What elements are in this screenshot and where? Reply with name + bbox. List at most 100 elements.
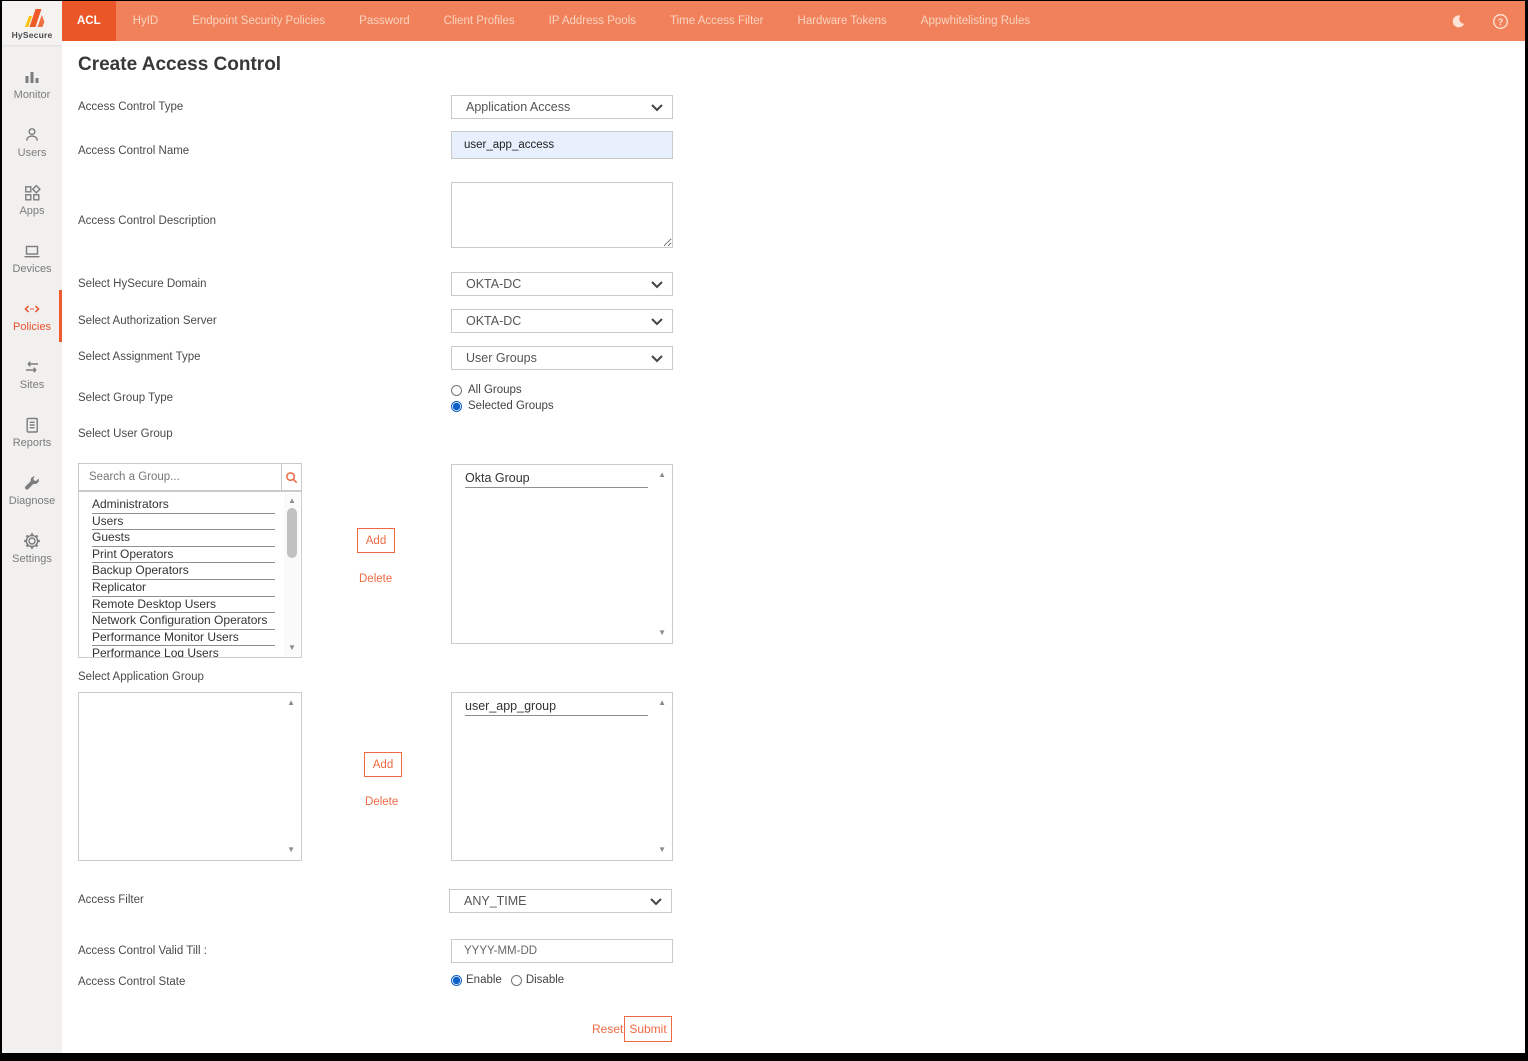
assignment-type-value: User Groups xyxy=(466,351,537,365)
sidebar-item-policies[interactable]: Policies xyxy=(2,287,62,345)
scroll-up-icon[interactable]: ▲ xyxy=(288,497,296,505)
sidebar: HySecure Monitor Users Apps xyxy=(2,1,62,1053)
radio-disable[interactable] xyxy=(511,975,522,986)
scroll-down-icon[interactable]: ▼ xyxy=(658,846,666,854)
sidebar-item-apps[interactable]: Apps xyxy=(2,171,62,229)
top-navbar: ACL HyID Endpoint Security Policies Pass… xyxy=(62,1,1525,41)
list-item[interactable]: Users xyxy=(92,514,275,531)
reset-link[interactable]: Reset xyxy=(592,1022,623,1036)
scroll-down-icon[interactable]: ▼ xyxy=(288,644,296,652)
radio-selected-groups[interactable] xyxy=(451,401,462,412)
valid-till-input[interactable] xyxy=(451,939,673,963)
group-search-button[interactable] xyxy=(281,464,301,490)
gear-icon xyxy=(23,532,41,550)
sidebar-item-diagnose[interactable]: Diagnose xyxy=(2,461,62,519)
document-icon xyxy=(23,416,41,434)
listbox-scrollbar[interactable]: ▲ ▼ xyxy=(284,493,300,656)
submit-button[interactable]: Submit xyxy=(624,1016,672,1042)
hysecure-logo-icon xyxy=(17,7,47,29)
sidebar-item-label: Reports xyxy=(13,437,52,449)
list-item[interactable]: Guests xyxy=(92,530,275,547)
application-group-label: Select Application Group xyxy=(78,671,204,683)
sidebar-item-sites[interactable]: Sites xyxy=(2,345,62,403)
application-group-available-listbox: ▲ ▼ xyxy=(78,692,302,861)
laptop-icon xyxy=(23,242,41,260)
hysecure-domain-label: Select HySecure Domain xyxy=(78,278,206,290)
tab-time-access-filter[interactable]: Time Access Filter xyxy=(653,1,781,41)
svg-text:?: ? xyxy=(1498,16,1504,26)
access-control-type-select[interactable]: Application Access xyxy=(451,95,673,119)
tab-client-profiles[interactable]: Client Profiles xyxy=(427,1,532,41)
sidebar-item-label: Monitor xyxy=(14,89,51,101)
code-brackets-icon xyxy=(23,300,41,318)
list-item[interactable]: Remote Desktop Users xyxy=(92,597,275,614)
tab-appwhitelisting-rules[interactable]: Appwhitelisting Rules xyxy=(904,1,1047,41)
user-group-selected-listbox: Okta Group ▲ ▼ xyxy=(451,464,673,644)
access-control-type-value: Application Access xyxy=(466,100,570,114)
user-group-add-button[interactable]: Add xyxy=(357,528,395,553)
access-control-name-label: Access Control Name xyxy=(78,145,189,157)
brand-logo[interactable]: HySecure xyxy=(2,1,62,45)
authorization-server-select[interactable]: OKTA-DC xyxy=(451,309,673,333)
application-group-delete-link[interactable]: Delete xyxy=(365,796,398,808)
tab-ip-address-pools[interactable]: IP Address Pools xyxy=(532,1,653,41)
dark-mode-moon-icon[interactable] xyxy=(1449,13,1466,30)
radio-all-groups[interactable] xyxy=(451,385,462,396)
sidebar-item-label: Diagnose xyxy=(9,495,55,507)
help-icon[interactable]: ? xyxy=(1492,13,1509,30)
chevron-down-icon xyxy=(651,355,663,363)
sidebar-item-settings[interactable]: Settings xyxy=(2,519,62,577)
authorization-server-value: OKTA-DC xyxy=(466,314,521,328)
list-item[interactable]: Performance Log Users xyxy=(92,646,275,658)
list-item[interactable]: Backup Operators xyxy=(92,563,275,580)
sidebar-item-label: Devices xyxy=(12,263,51,275)
sidebar-item-users[interactable]: Users xyxy=(2,113,62,171)
access-filter-label: Access Filter xyxy=(78,894,144,906)
wrench-icon xyxy=(23,474,41,492)
tab-acl[interactable]: ACL xyxy=(62,1,116,41)
authorization-server-label: Select Authorization Server xyxy=(78,315,217,327)
list-item[interactable]: Administrators xyxy=(92,497,275,514)
search-icon xyxy=(285,471,298,484)
scroll-up-icon[interactable]: ▲ xyxy=(287,699,295,707)
sidebar-item-reports[interactable]: Reports xyxy=(2,403,62,461)
chevron-down-icon xyxy=(650,898,662,906)
group-type-option-selected[interactable]: Selected Groups xyxy=(451,400,554,412)
access-control-state-label: Access Control State xyxy=(78,976,185,988)
list-item[interactable]: Network Configuration Operators xyxy=(92,613,275,630)
access-control-description-label: Access Control Description xyxy=(78,215,216,227)
hysecure-domain-value: OKTA-DC xyxy=(466,277,521,291)
group-search xyxy=(78,463,302,491)
list-item[interactable]: user_app_group xyxy=(465,698,648,716)
tab-hardware-tokens[interactable]: Hardware Tokens xyxy=(781,1,904,41)
sidebar-nav: Monitor Users Apps Devices xyxy=(2,55,62,577)
user-group-delete-link[interactable]: Delete xyxy=(359,573,392,585)
access-control-name-input[interactable] xyxy=(451,131,673,159)
scroll-up-icon[interactable]: ▲ xyxy=(658,471,666,479)
sidebar-item-devices[interactable]: Devices xyxy=(2,229,62,287)
tab-endpoint-security-policies[interactable]: Endpoint Security Policies xyxy=(175,1,342,41)
access-filter-select[interactable]: ANY_TIME xyxy=(449,889,672,913)
radio-enable[interactable] xyxy=(451,975,462,986)
scroll-down-icon[interactable]: ▼ xyxy=(658,629,666,637)
group-search-input[interactable] xyxy=(79,464,281,490)
user-group-label: Select User Group xyxy=(78,428,173,440)
sidebar-item-monitor[interactable]: Monitor xyxy=(2,55,62,113)
user-group-available-listbox: Administrators Users Guests Print Operat… xyxy=(78,491,302,658)
list-item[interactable]: Print Operators xyxy=(92,547,275,564)
list-item[interactable]: Replicator xyxy=(92,580,275,597)
access-control-type-label: Access Control Type xyxy=(78,101,183,113)
access-control-description-textarea[interactable] xyxy=(451,182,673,248)
sidebar-item-label: Apps xyxy=(19,205,44,217)
list-item[interactable]: Performance Monitor Users xyxy=(92,630,275,647)
tab-password[interactable]: Password xyxy=(342,1,427,41)
list-item[interactable]: Okta Group xyxy=(465,470,648,488)
scroll-down-icon[interactable]: ▼ xyxy=(287,846,295,854)
tab-hyid[interactable]: HyID xyxy=(116,1,176,41)
application-group-add-button[interactable]: Add xyxy=(364,752,402,777)
assignment-type-select[interactable]: User Groups xyxy=(451,346,673,370)
hysecure-domain-select[interactable]: OKTA-DC xyxy=(451,272,673,296)
scrollbar-thumb[interactable] xyxy=(287,508,297,558)
scroll-up-icon[interactable]: ▲ xyxy=(658,699,666,707)
group-type-option-all[interactable]: All Groups xyxy=(451,384,522,396)
